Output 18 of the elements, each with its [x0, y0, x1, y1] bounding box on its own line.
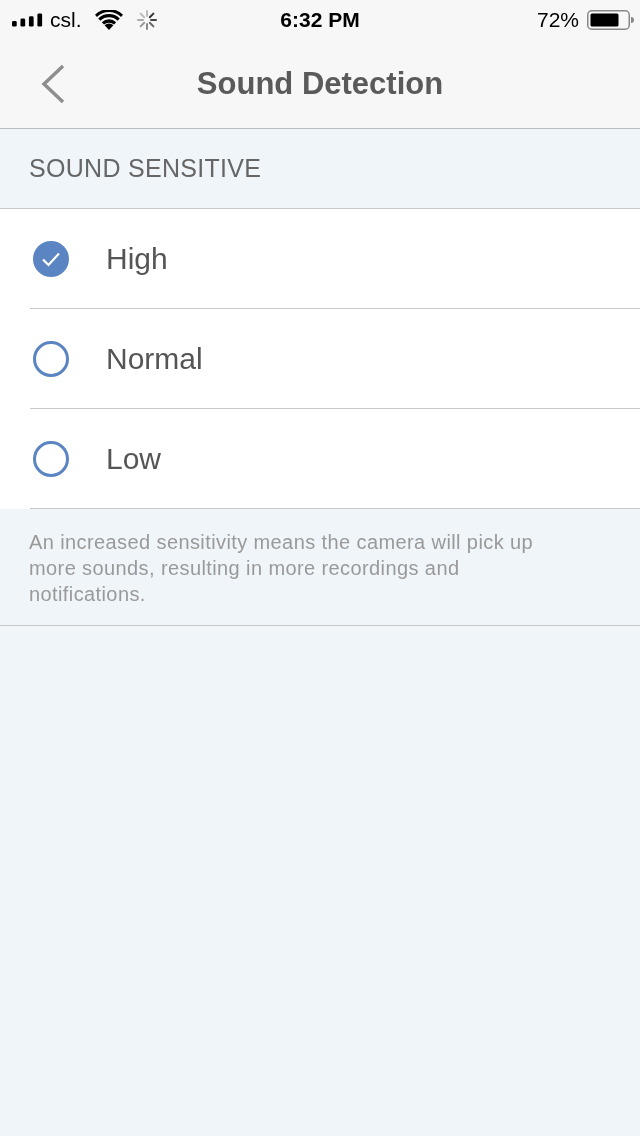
back-button[interactable] [40, 64, 66, 104]
carrier-text: csl. [50, 8, 82, 32]
activity-spinner-icon [136, 10, 157, 30]
option-label: Low [106, 441, 162, 476]
option-row[interactable]: High [30, 209, 640, 309]
clock-text: 6:32 PM [280, 8, 360, 32]
battery-percent-text: 72% [536, 8, 579, 32]
option-row[interactable]: Low [30, 409, 640, 509]
screen-title: Sound Detection [196, 66, 444, 102]
chevron-left-icon [40, 64, 66, 104]
option-row[interactable]: Normal [30, 309, 640, 409]
signal-icon [12, 13, 44, 27]
wifi-icon [94, 10, 123, 30]
section-header: SOUND SENSITIVE [29, 154, 262, 183]
footer-note: An increased sensitivity means the camera will pick up more sounds, resulting in more recordings and notifications. [29, 530, 535, 607]
option-label: Normal [106, 341, 203, 376]
option-label: High [106, 241, 168, 276]
battery-icon [587, 10, 634, 30]
